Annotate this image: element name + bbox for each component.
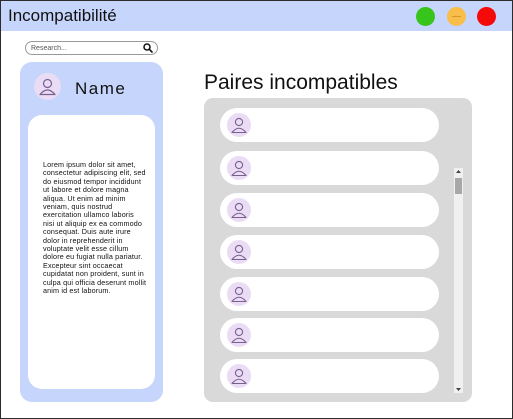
profile-name: Name — [75, 79, 127, 98]
minimize-button[interactable] — [447, 7, 466, 26]
window-title: Incompatibilité — [8, 6, 117, 25]
search-icon[interactable] — [143, 43, 153, 53]
user-icon — [231, 160, 247, 177]
list-item[interactable] — [220, 235, 439, 269]
avatar — [227, 282, 251, 306]
list-item[interactable] — [220, 277, 439, 311]
list-scrollbar[interactable] — [454, 168, 463, 393]
incompatible-pairs-list — [204, 98, 472, 402]
avatar — [227, 156, 251, 180]
user-icon — [231, 327, 247, 344]
profile-avatar[interactable] — [34, 73, 61, 100]
user-icon — [231, 202, 247, 219]
profile-card: Name Lorem ipsum dolor sit amet, consect… — [20, 62, 163, 402]
app-window: Incompatibilité Name Lorem ipsum dolor s… — [0, 0, 513, 419]
list-item[interactable] — [220, 359, 439, 393]
avatar — [227, 323, 251, 347]
avatar — [227, 113, 251, 137]
scroll-up-arrow-icon[interactable] — [455, 168, 462, 175]
search-bar[interactable] — [25, 41, 158, 55]
list-item[interactable] — [220, 318, 439, 352]
user-icon — [231, 368, 247, 385]
list-item[interactable] — [220, 151, 439, 185]
search-input[interactable] — [31, 42, 141, 54]
bio-text: Lorem ipsum dolor sit amet, consectetur … — [43, 160, 147, 296]
section-title: Paires incompatibles — [204, 71, 398, 94]
user-icon — [231, 117, 247, 134]
avatar — [227, 364, 251, 388]
list-item[interactable] — [220, 108, 439, 142]
scroll-thumb[interactable] — [455, 178, 462, 194]
user-icon — [39, 78, 56, 96]
scroll-down-arrow-icon[interactable] — [455, 386, 462, 393]
avatar — [227, 198, 251, 222]
avatar — [227, 240, 251, 264]
user-icon — [231, 244, 247, 261]
maximize-button[interactable] — [416, 7, 435, 26]
user-icon — [231, 286, 247, 303]
close-button[interactable] — [477, 7, 496, 26]
bio-box: Lorem ipsum dolor sit amet, consectetur … — [28, 115, 155, 389]
title-bar: Incompatibilité — [1, 1, 512, 31]
list-item[interactable] — [220, 193, 439, 227]
